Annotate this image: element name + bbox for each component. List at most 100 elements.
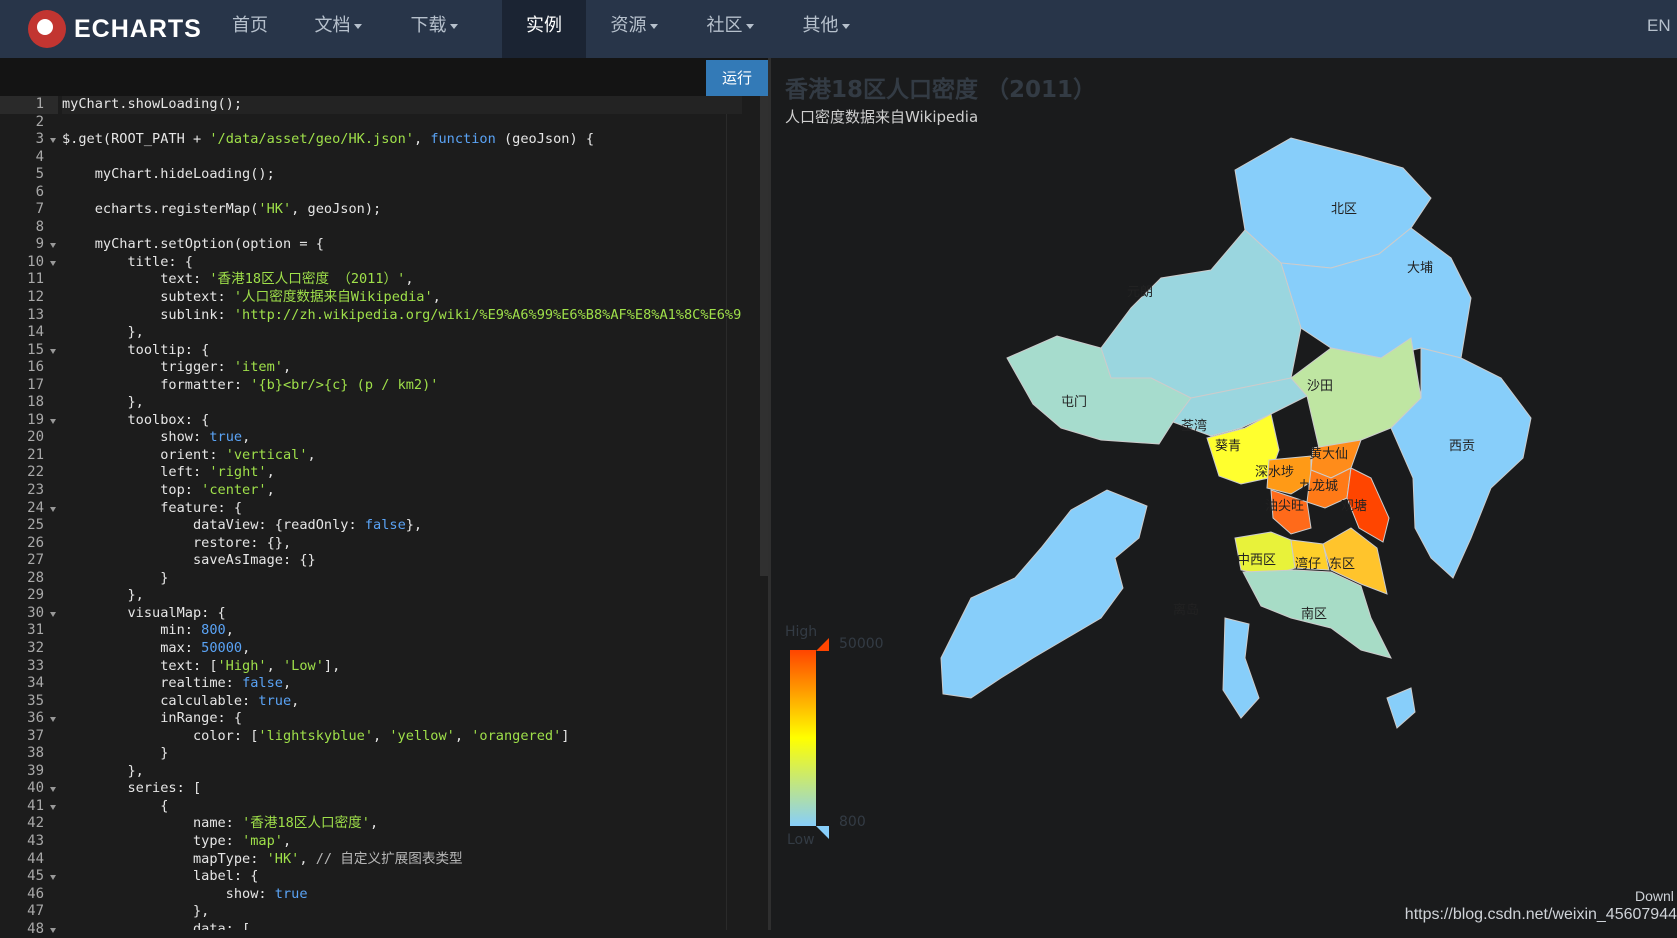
code-line[interactable]: visualMap: {	[62, 605, 742, 623]
region-yuenlong[interactable]	[1100, 229, 1302, 399]
code-line[interactable]: tooltip: {	[62, 342, 742, 360]
code-line[interactable]: }	[62, 745, 742, 763]
region-label: 深水埗	[1255, 465, 1294, 480]
code-line[interactable]: formatter: '{b}<br/>{c} (p / km2)'	[62, 377, 742, 395]
fold-arrow-icon[interactable]	[50, 260, 56, 266]
code-line[interactable]: myChart.hideLoading();	[62, 166, 742, 184]
code-line[interactable]: }	[62, 570, 742, 588]
code-line[interactable]: title: {	[62, 254, 742, 272]
nav-item-resources[interactable]: 资源	[596, 0, 672, 58]
code-line[interactable]: saveAsImage: {}	[62, 552, 742, 570]
code-area[interactable]: myChart.showLoading(); $.get(ROOT_PATH + …	[62, 96, 742, 930]
code-line[interactable]: text: ['High', 'Low'],	[62, 658, 742, 676]
fold-arrow-icon[interactable]	[50, 804, 56, 810]
code-line[interactable]: toolbox: {	[62, 412, 742, 430]
visualmap-handle-bottom[interactable]	[816, 826, 829, 839]
region-islands[interactable]	[940, 489, 1148, 699]
code-line[interactable]: },	[62, 587, 742, 605]
code-line[interactable]: restore: {},	[62, 535, 742, 553]
fold-arrow-icon[interactable]	[50, 138, 56, 144]
code-line[interactable]: orient: 'vertical',	[62, 447, 742, 465]
nav-item-community[interactable]: 社区	[692, 0, 768, 58]
watermark-url: https://blog.csdn.net/weixin_45607944	[1404, 906, 1677, 923]
run-button[interactable]: 运行	[706, 60, 768, 96]
code-line[interactable]: echarts.registerMap('HK', geoJson);	[62, 201, 742, 219]
caret-down-icon	[745, 23, 754, 29]
fold-arrow-icon[interactable]	[50, 927, 56, 933]
code-line[interactable]: dataView: {readOnly: false},	[62, 517, 742, 535]
language-switch[interactable]: EN	[1647, 0, 1677, 52]
fold-arrow-icon[interactable]	[50, 787, 56, 793]
echarts-logo[interactable]: ECHARTS	[28, 6, 202, 52]
code-line[interactable]: },	[62, 763, 742, 781]
code-line[interactable]	[62, 184, 742, 202]
line-number: 8	[35, 218, 44, 235]
code-line[interactable]: text: '香港18区人口密度 （2011）',	[62, 271, 742, 289]
code-line[interactable]: top: 'center',	[62, 482, 742, 500]
fold-arrow-icon[interactable]	[50, 717, 56, 723]
nav-item-download[interactable]: 下载	[396, 0, 472, 58]
code-line[interactable]: left: 'right',	[62, 464, 742, 482]
code-line[interactable]: },	[62, 394, 742, 412]
code-line[interactable]: mapType: 'HK', // 自定义扩展图表类型	[62, 851, 742, 869]
nav-item-home[interactable]: 首页	[218, 0, 282, 58]
echarts-logo-icon	[28, 10, 66, 48]
code-line[interactable]: trigger: 'item',	[62, 359, 742, 377]
line-number: 44	[27, 850, 44, 867]
region-label: 观塘	[1341, 498, 1367, 514]
code-line[interactable]: $.get(ROOT_PATH + '/data/asset/geo/HK.js…	[62, 131, 742, 149]
line-number: 16	[27, 359, 44, 376]
code-line[interactable]	[62, 219, 742, 237]
fold-arrow-icon[interactable]	[50, 875, 56, 881]
code-line[interactable]: },	[62, 903, 742, 921]
code-editor[interactable]: 运行 1 2 3 4 5 6 7 8 9 10 11 12 13 14 15 16 17 18 19 20 21 22 23…	[0, 58, 768, 937]
code-line[interactable]: },	[62, 324, 742, 342]
code-line[interactable]: data: [	[62, 921, 742, 930]
code-line[interactable]: name: '香港18区人口密度',	[62, 815, 742, 833]
fold-arrow-icon[interactable]	[50, 418, 56, 424]
line-number: 34	[27, 675, 44, 692]
code-line[interactable]: realtime: false,	[62, 675, 742, 693]
code-line[interactable]	[62, 149, 742, 167]
code-line[interactable]: calculable: true,	[62, 693, 742, 711]
visualmap-color-bar[interactable]	[790, 650, 816, 826]
code-line[interactable]: feature: {	[62, 500, 742, 518]
line-number: 28	[27, 569, 44, 586]
code-line[interactable]: series: [	[62, 780, 742, 798]
code-line[interactable]: sublink: 'http://zh.wikipedia.org/wiki/%…	[62, 307, 742, 325]
line-number: 14	[27, 324, 44, 341]
code-line[interactable]: myChart.showLoading();	[62, 96, 742, 114]
hk-map[interactable]: 北区 大埔 元朗 沙田 屯门 荃湾 葵青 黄大仙 深水埗 九龙城 油尖旺 观塘 …	[771, 58, 1677, 930]
code-line[interactable]: show: true,	[62, 429, 742, 447]
region-islands-lamma[interactable]	[1222, 617, 1260, 719]
editor-scrollbar[interactable]	[760, 96, 768, 576]
code-line[interactable]: label: {	[62, 868, 742, 886]
region-label: 西贡	[1449, 439, 1475, 454]
visualmap-handle-top[interactable]	[816, 638, 829, 651]
line-number: 29	[27, 587, 44, 604]
code-line[interactable]: show: true	[62, 886, 742, 904]
code-line[interactable]: inRange: {	[62, 710, 742, 728]
line-number: 37	[27, 727, 44, 744]
fold-arrow-icon[interactable]	[50, 611, 56, 617]
nav-item-examples[interactable]: 实例	[502, 0, 586, 58]
fold-arrow-icon[interactable]	[50, 243, 56, 249]
code-line[interactable]	[62, 114, 742, 132]
nav-item-other[interactable]: 其他	[788, 0, 864, 58]
fold-arrow-icon[interactable]	[50, 348, 56, 354]
code-line[interactable]: {	[62, 798, 742, 816]
line-number: 48	[0, 921, 58, 938]
fold-arrow-icon[interactable]	[50, 506, 56, 512]
region-islands-small[interactable]	[1386, 687, 1416, 729]
line-number: 21	[27, 446, 44, 463]
line-number: 17	[27, 376, 44, 393]
code-line[interactable]: max: 50000,	[62, 640, 742, 658]
code-line[interactable]: type: 'map',	[62, 833, 742, 851]
code-line[interactable]: subtext: '人口密度数据来自Wikipedia',	[62, 289, 742, 307]
nav-item-docs[interactable]: 文档	[300, 0, 376, 58]
line-number: 46	[27, 885, 44, 902]
code-line[interactable]: color: ['lightskyblue', 'yellow', 'orang…	[62, 728, 742, 746]
code-line[interactable]: min: 800,	[62, 622, 742, 640]
code-line[interactable]: myChart.setOption(option = {	[62, 236, 742, 254]
region-label: 沙田	[1307, 379, 1333, 394]
